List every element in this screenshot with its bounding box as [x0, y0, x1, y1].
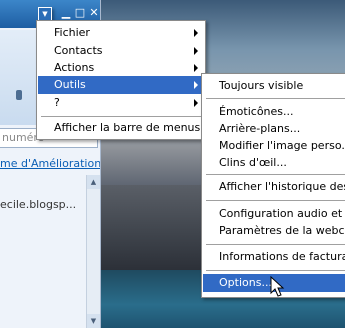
scrollbar[interactable]: ▲ ▼ — [86, 175, 100, 328]
close-button[interactable]: ✕ — [88, 7, 100, 19]
submenu-item-emoticons[interactable]: Émoticônes... — [203, 103, 345, 121]
submenu-item-always-on-top[interactable]: Toujours visible — [203, 77, 345, 95]
menu-separator — [41, 116, 201, 117]
maximize-button[interactable]: □ — [74, 7, 86, 19]
submenu-arrow-icon — [194, 47, 198, 55]
menu-item-label: ? — [54, 96, 60, 109]
menu-separator — [206, 244, 345, 245]
mouse-cursor-icon — [270, 276, 285, 297]
submenu-item-alert-history[interactable]: Afficher l'historique des ale — [203, 178, 345, 196]
menu-item-actions[interactable]: Actions — [38, 59, 204, 77]
menu-item-label: Fichier — [54, 26, 90, 39]
menu-separator — [206, 174, 345, 175]
scroll-up-icon[interactable]: ▲ — [87, 175, 100, 189]
submenu-arrow-icon — [194, 99, 198, 107]
menu-item-label: Contacts — [54, 44, 103, 57]
status-icon[interactable] — [16, 90, 22, 100]
submenu-item-billing-info[interactable]: Informations de facturatio — [203, 248, 345, 266]
submenu-item-audio-video-setup[interactable]: Configuration audio et vide — [203, 205, 345, 223]
menu-item-help[interactable]: ? — [38, 94, 204, 112]
submenu-item-winks[interactable]: Clins d'œil... — [203, 154, 345, 172]
improvement-link[interactable]: me d'Amélioration — [0, 157, 100, 173]
menu-item-label: Actions — [54, 61, 95, 74]
menu-item-outils[interactable]: Outils — [38, 76, 204, 94]
contact-url-text: ecile.blogsp... — [0, 198, 77, 211]
menu-item-label: Outils — [54, 78, 86, 91]
scroll-down-icon[interactable]: ▼ — [87, 314, 100, 328]
submenu-item-backgrounds[interactable]: Arrière-plans... — [203, 120, 345, 138]
submenu-arrow-icon — [194, 29, 198, 37]
tools-submenu: Toujours visible Émoticônes... Arrière-p… — [201, 73, 345, 298]
menu-separator — [206, 270, 345, 271]
submenu-item-webcam-settings[interactable]: Paramètres de la webcam... — [203, 222, 345, 240]
submenu-arrow-icon — [194, 64, 198, 72]
menu-toggle-button[interactable]: ▼ — [38, 7, 52, 21]
menu-separator — [206, 200, 345, 201]
minimize-button[interactable]: ▁ — [60, 7, 72, 19]
menu-item-label: Afficher la barre de menus — [54, 121, 201, 134]
submenu-item-change-picture[interactable]: Modifier l'image perso... — [203, 137, 345, 155]
menu-item-show-menubar[interactable]: Afficher la barre de menus — [38, 119, 204, 137]
menu-separator — [206, 98, 345, 99]
menu-item-fichier[interactable]: Fichier — [38, 24, 204, 42]
menu-item-contacts[interactable]: Contacts — [38, 42, 204, 60]
submenu-arrow-icon — [194, 81, 198, 89]
main-menu: Fichier Contacts Actions Outils ? Affich… — [36, 20, 206, 140]
